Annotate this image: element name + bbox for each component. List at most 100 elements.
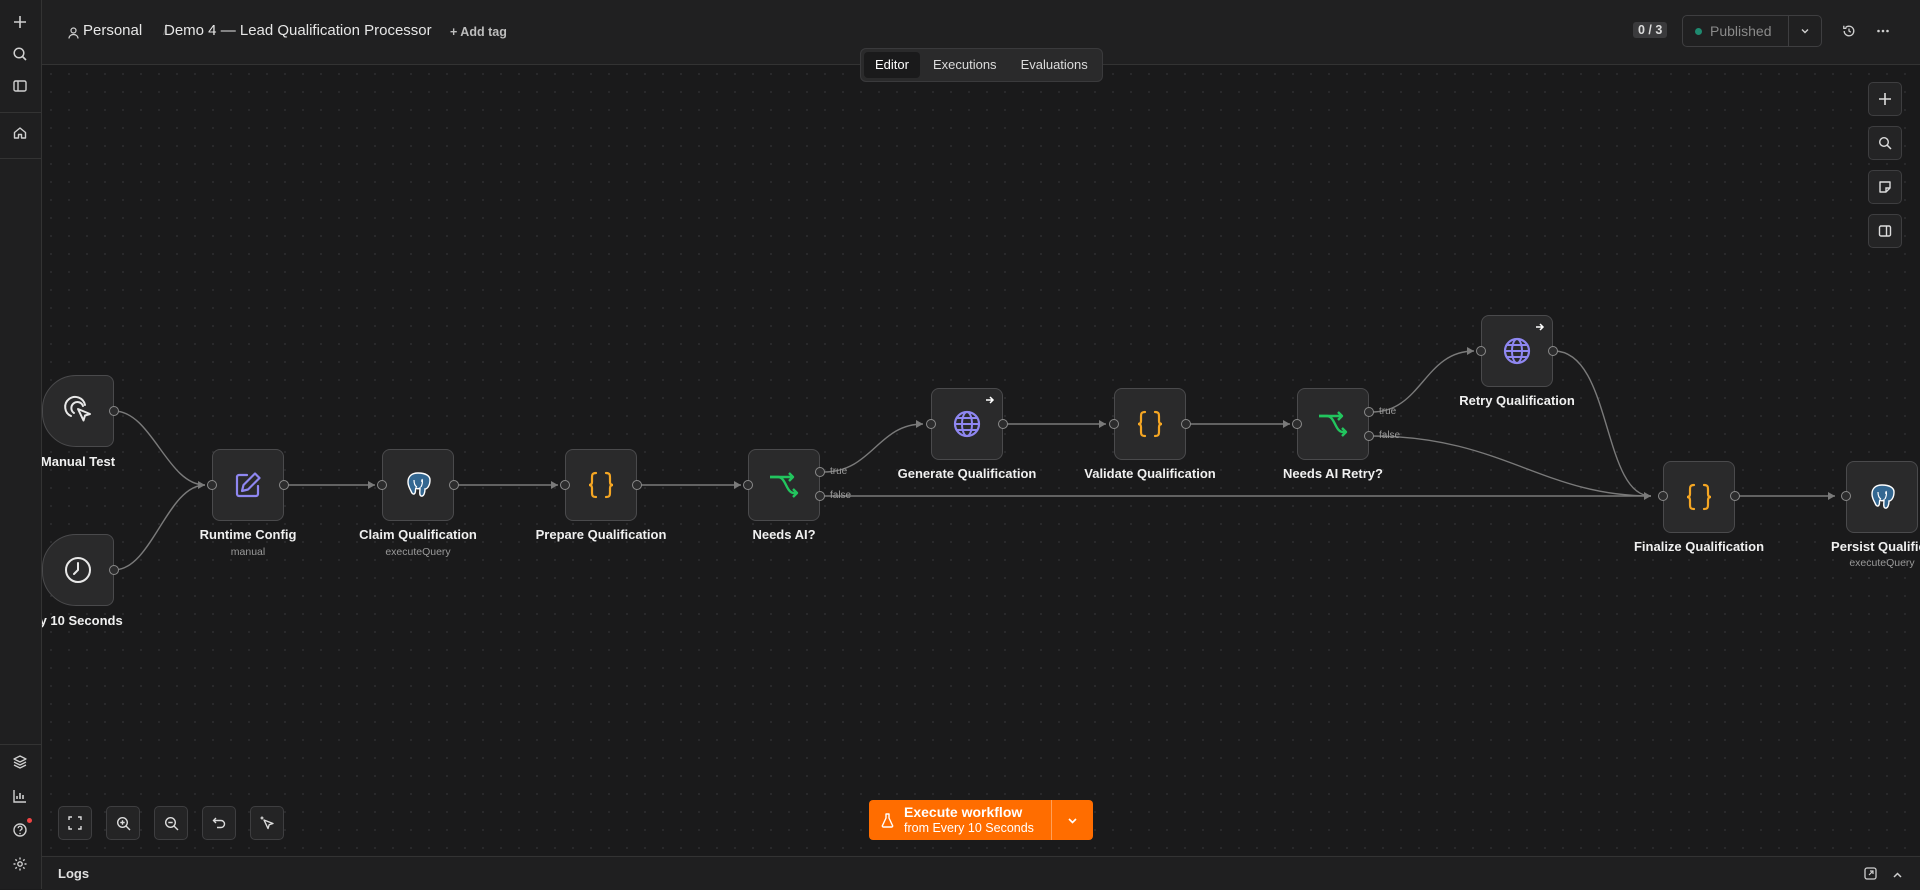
templates-icon[interactable] <box>8 750 32 774</box>
node-manual-test[interactable] <box>42 375 114 447</box>
published-status-dot <box>1695 27 1702 35</box>
input-port[interactable] <box>377 480 387 490</box>
tab-executions[interactable]: Executions <box>922 52 1008 78</box>
toggle-panel-button[interactable] <box>1868 214 1902 248</box>
input-port[interactable] <box>1658 491 1668 501</box>
input-port[interactable] <box>1292 419 1302 429</box>
node-subtitle: manual <box>230 546 266 558</box>
search-nodes-button[interactable] <box>1868 126 1902 160</box>
output-port[interactable] <box>109 406 119 416</box>
false-output-port[interactable] <box>1364 431 1374 441</box>
search-icon[interactable] <box>8 42 32 66</box>
input-port[interactable] <box>1476 346 1486 356</box>
execute-workflow-button[interactable]: Execute workflow from Every 10 Seconds <box>869 800 1051 840</box>
postgres-elephant-icon <box>407 472 431 497</box>
input-port[interactable] <box>926 419 936 429</box>
node-retry-qualification[interactable] <box>1481 315 1553 387</box>
true-output-port[interactable] <box>1364 407 1374 417</box>
output-port[interactable] <box>109 565 119 575</box>
output-port[interactable] <box>1181 419 1191 429</box>
more-options-icon[interactable] <box>1876 24 1890 43</box>
input-port[interactable] <box>1841 491 1851 501</box>
output-port[interactable] <box>632 480 642 490</box>
project-breadcrumb[interactable]: Personal <box>83 22 142 39</box>
sticky-note-button[interactable] <box>1868 170 1902 204</box>
output-port[interactable] <box>1548 346 1558 356</box>
fit-view-icon <box>68 816 82 830</box>
node-persist-qualification[interactable] <box>1846 461 1918 533</box>
publish-group: Published <box>1682 15 1822 47</box>
node-label: Claim Qualification <box>359 527 477 542</box>
input-port[interactable] <box>560 480 570 490</box>
tab-editor[interactable]: Editor <box>864 52 920 78</box>
input-port[interactable] <box>1109 419 1119 429</box>
globe-icon <box>1503 337 1531 365</box>
panel-toggle-icon[interactable] <box>8 74 32 98</box>
node-label: ery 10 Seconds <box>42 613 123 628</box>
zoom-in-button[interactable] <box>106 806 140 840</box>
output-port[interactable] <box>998 419 1008 429</box>
logs-panel-bar[interactable]: Logs <box>42 856 1920 890</box>
plus-icon[interactable] <box>8 10 32 34</box>
publish-dropdown-button[interactable] <box>1788 16 1821 46</box>
add-node-button[interactable] <box>1868 82 1902 116</box>
node-runtime-config[interactable] <box>212 449 284 521</box>
curly-braces-icon <box>1137 410 1163 438</box>
history-icon[interactable] <box>1842 24 1856 43</box>
globe-icon <box>953 410 981 438</box>
node-claim-qualification[interactable] <box>382 449 454 521</box>
output-port[interactable] <box>449 480 459 490</box>
tidy-up-button[interactable] <box>250 806 284 840</box>
help-icon[interactable] <box>8 818 32 842</box>
true-port-label: true <box>830 466 848 477</box>
panel-right-icon <box>1878 225 1892 237</box>
left-sidebar <box>0 0 42 889</box>
user-icon <box>68 26 79 44</box>
connections-layer <box>113 347 1835 571</box>
tab-evaluations[interactable]: Evaluations <box>1010 52 1099 78</box>
output-port[interactable] <box>279 480 289 490</box>
node-finalize-qualification[interactable] <box>1663 461 1735 533</box>
execute-title: Execute workflow <box>904 804 1023 820</box>
node-generate-qualification[interactable] <box>931 388 1003 460</box>
chevron-up-icon[interactable] <box>1892 868 1903 886</box>
node-label: Needs AI Retry? <box>1283 466 1383 481</box>
published-status-button[interactable]: Published <box>1683 16 1788 46</box>
node-needs-ai-retry[interactable] <box>1297 388 1369 460</box>
zoom-out-button[interactable] <box>154 806 188 840</box>
input-port[interactable] <box>743 480 753 490</box>
search-icon <box>1878 136 1892 150</box>
branch-icon <box>1319 411 1348 437</box>
node-label: Runtime Config <box>199 527 297 542</box>
fit-view-button[interactable] <box>58 806 92 840</box>
settings-gear-icon[interactable] <box>8 852 32 876</box>
notification-dot <box>27 818 32 823</box>
execute-dropdown-button[interactable] <box>1051 800 1093 840</box>
node-label: Prepare Qualification <box>535 527 667 542</box>
node-needs-ai[interactable] <box>748 449 820 521</box>
output-port[interactable] <box>1730 491 1740 501</box>
node-every-10-seconds[interactable] <box>42 534 114 606</box>
home-icon[interactable] <box>8 121 32 145</box>
sticky-note-icon <box>1879 181 1891 193</box>
chevron-down-icon <box>1068 817 1077 824</box>
curly-braces-icon <box>1686 483 1712 511</box>
insights-chart-icon[interactable] <box>8 784 32 808</box>
node-validate-qualification[interactable] <box>1114 388 1186 460</box>
true-output-port[interactable] <box>815 467 825 477</box>
undo-icon <box>212 817 226 829</box>
false-output-port[interactable] <box>815 491 825 501</box>
node-label: Needs AI? <box>752 527 816 542</box>
add-tag-button[interactable]: + Add tag <box>450 25 507 39</box>
workflow-title[interactable]: Demo 4 — Lead Qualification Processor <box>164 22 432 39</box>
node-subtitle: executeQuery <box>1849 557 1915 569</box>
node-prepare-qualification[interactable] <box>565 449 637 521</box>
reset-zoom-button[interactable] <box>202 806 236 840</box>
published-label: Published <box>1710 23 1772 39</box>
workflow-canvas[interactable]: Manual Test ery 10 Seconds Runtime Confi… <box>42 65 1920 855</box>
pop-out-icon[interactable] <box>1864 867 1877 885</box>
input-port[interactable] <box>207 480 217 490</box>
arrow-right-icon <box>1536 323 1545 331</box>
workflow-counter: 0 / 3 <box>1633 22 1668 38</box>
node-label: Generate Qualification <box>897 466 1037 481</box>
